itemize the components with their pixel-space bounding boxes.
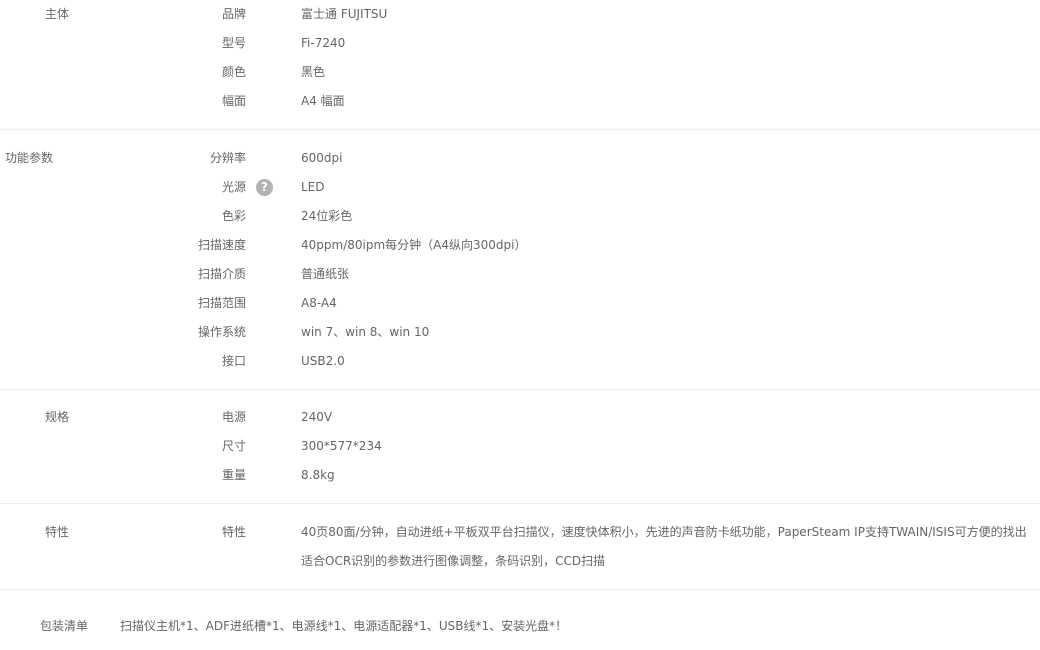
spec-label: 接口 xyxy=(221,354,246,368)
spec-row: 型号 Fi-7240 xyxy=(0,29,1040,58)
spec-value: 300*577*234 xyxy=(301,439,382,453)
spec-label: 扫描介质 xyxy=(197,267,246,281)
spec-row: 尺寸 300*577*234 xyxy=(0,432,1040,461)
spec-value: 8.8kg xyxy=(301,468,335,482)
spec-label: 分辨率 xyxy=(209,151,246,165)
spec-value: 40ppm/80ipm每分钟（A4纵向300dpi） xyxy=(301,238,527,252)
package-list: 包装清单 扫描仪主机*1、ADF进纸槽*1、电源线*1、电源适配器*1、USB线… xyxy=(0,612,1040,641)
spec-value: A8-A4 xyxy=(301,296,337,310)
help-icon[interactable]: ? xyxy=(256,179,273,196)
spec-label: 尺寸 xyxy=(221,439,246,453)
spec-label: 颜色 xyxy=(221,65,246,79)
spec-label: 电源 xyxy=(221,410,246,424)
spec-value: 富士通 FUJITSU xyxy=(301,7,388,21)
spec-value: A4 幅面 xyxy=(301,94,345,108)
spec-label: 特性 xyxy=(221,525,246,539)
spec-label: 重量 xyxy=(221,468,246,482)
spec-row: 特性 40页80面/分钟，自动进纸+平板双平台扫描仪，速度快体积小，先进的声音防… xyxy=(0,518,1040,576)
spec-row: 品牌 富士通 FUJITSU xyxy=(0,0,1040,29)
spec-row: 接口 USB2.0 xyxy=(0,347,1040,376)
package-title: 包装清单 xyxy=(40,619,89,633)
spec-group-function: 功能参数 分辨率 600dpi 光源 ? LED 色彩 24位彩色 扫描速度 4… xyxy=(0,130,1040,390)
spec-row: 分辨率 600dpi xyxy=(0,144,1040,173)
spec-value: LED xyxy=(301,180,325,194)
spec-row: 操作系统 win 7、win 8、win 10 xyxy=(0,318,1040,347)
spec-label: 型号 xyxy=(221,36,246,50)
spec-row: 色彩 24位彩色 xyxy=(0,202,1040,231)
spec-row: 扫描速度 40ppm/80ipm每分钟（A4纵向300dpi） xyxy=(0,231,1040,260)
spec-group-specs: 规格 电源 240V 尺寸 300*577*234 重量 8.8kg xyxy=(0,390,1040,504)
spec-value: 普通纸张 xyxy=(301,267,350,281)
spec-value: 40页80面/分钟，自动进纸+平板双平台扫描仪，速度快体积小，先进的声音防卡纸功… xyxy=(301,525,1027,568)
spec-row: 电源 240V xyxy=(0,403,1040,432)
spec-row: 幅面 A4 幅面 xyxy=(0,87,1040,116)
spec-row: 扫描范围 A8-A4 xyxy=(0,289,1040,318)
spec-value: USB2.0 xyxy=(301,354,345,368)
package-value: 扫描仪主机*1、ADF进纸槽*1、电源线*1、电源适配器*1、USB线*1、安装… xyxy=(120,619,568,633)
spec-value: 黑色 xyxy=(301,65,326,79)
spec-label: 扫描范围 xyxy=(197,296,246,310)
spec-value: win 7、win 8、win 10 xyxy=(301,325,430,339)
spec-row: 颜色 黑色 xyxy=(0,58,1040,87)
spec-label: 品牌 xyxy=(221,7,246,21)
spec-label: 光源 xyxy=(221,180,246,194)
spec-row: 扫描介质 普通纸张 xyxy=(0,260,1040,289)
spec-label: 扫描速度 xyxy=(197,238,246,252)
spec-row: 重量 8.8kg xyxy=(0,461,1040,490)
spec-group-features: 特性 特性 40页80面/分钟，自动进纸+平板双平台扫描仪，速度快体积小，先进的… xyxy=(0,504,1040,590)
spec-row: 光源 ? LED xyxy=(0,173,1040,202)
spec-value: 24位彩色 xyxy=(301,209,353,223)
spec-value: Fi-7240 xyxy=(301,36,346,50)
spec-value: 600dpi xyxy=(301,151,343,165)
spec-label: 色彩 xyxy=(221,209,246,223)
spec-value: 240V xyxy=(301,410,333,424)
spec-label: 操作系统 xyxy=(197,325,246,339)
spec-group-main: 主体 品牌 富士通 FUJITSU 型号 Fi-7240 颜色 黑色 幅面 A4… xyxy=(0,0,1040,130)
spec-label: 幅面 xyxy=(221,94,246,108)
